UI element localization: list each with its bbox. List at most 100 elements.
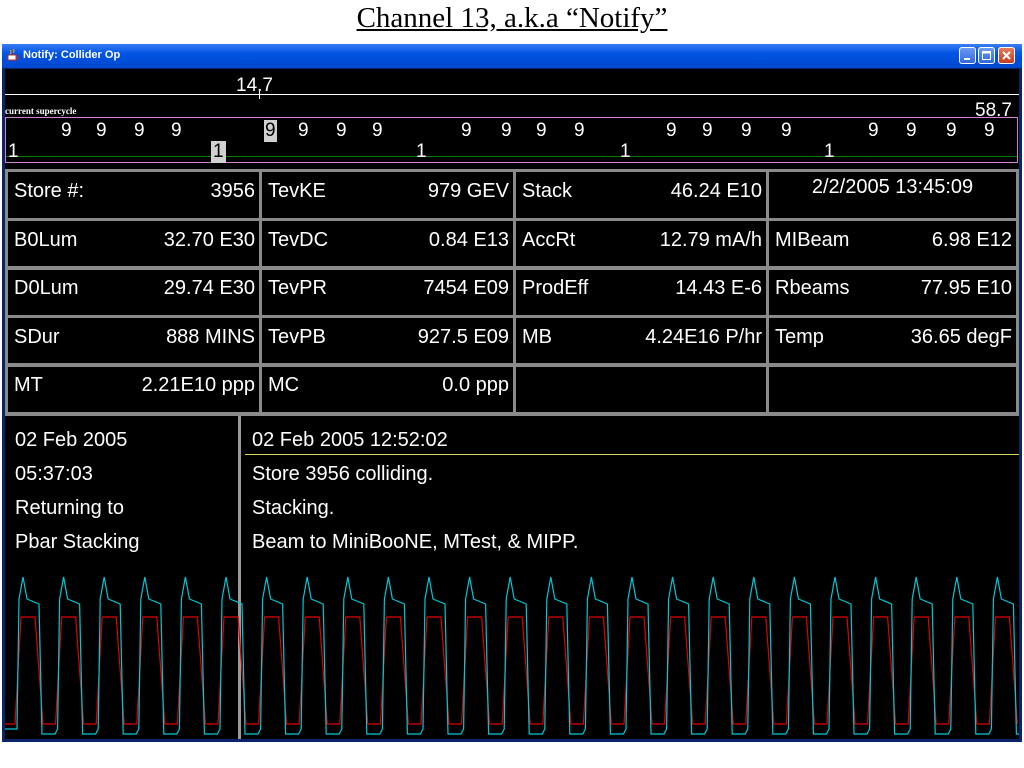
supercycle-band: 99999999999999999999 11111 [5,117,1018,163]
close-button[interactable] [998,47,1015,64]
data-cell: SDur 888 MINS [5,315,262,367]
data-cell: ProdEff 14.43 E-6 [513,266,769,318]
event-9: 9 [574,120,585,141]
message-divider [245,454,1019,455]
minimize-icon [964,58,970,60]
data-cell: TevDC 0.84 E13 [259,218,516,270]
window-titlebar[interactable]: Notify: Collider Op [2,44,1022,68]
cell-value: 36.65 degF [910,326,1012,348]
cell-label: Stack [522,180,573,202]
maximize-button[interactable] [978,47,995,64]
cell-value: 32.70 E30 [163,229,255,251]
cell-label: MT [14,374,43,396]
grid-bottom-border [5,412,1019,416]
cell-value: 46.24 E10 [670,180,762,202]
data-cell [513,363,769,415]
cell-value: 0.84 E13 [428,229,509,251]
cell-label: ProdEff [522,277,589,299]
window-title: Notify: Collider Op [23,49,121,61]
message-header: 02 Feb 2005 12:52:02 [252,429,448,451]
event-9: 9 [946,120,957,141]
event-9: 9 [536,120,547,141]
event-9: 9 [298,120,309,141]
cell-value: 4.24E16 P/hr [645,326,762,348]
datetime-cell: 2/2/2005 13:45:09 [766,169,1019,221]
cell-label: TevKE [268,180,326,202]
data-cell [766,363,1019,415]
cell-value: 927.5 E09 [417,326,509,348]
event-9: 9 [134,120,145,141]
coffee-cup-icon [7,49,19,61]
slide-title: Channel 13, a.k.a “Notify” [356,2,668,34]
event-9: 9 [906,120,917,141]
cell-label: MC [268,374,300,396]
cell-label: TevDC [268,229,329,251]
event-9: 9 [868,120,879,141]
event-9: 9 [984,120,995,141]
cell-label: D0Lum [14,277,79,299]
cell-value: 29.74 E30 [163,277,255,299]
cell-value: 12.79 mA/h [659,229,762,251]
event-9: 9 [501,120,512,141]
cell-value: 888 MINS [166,326,255,348]
data-cell: MT 2.21E10 ppp [5,363,262,415]
event-9: 9 [741,120,752,141]
event-1: 1 [8,141,19,162]
data-cell: MB 4.24E16 P/hr [513,315,769,367]
maximize-icon [982,51,991,60]
data-cell: MC 0.0 ppp [259,363,516,415]
cyan-trace [5,576,1019,735]
data-cell: Temp 36.65 degF [766,315,1019,367]
data-cell: Stack 46.24 E10 [513,169,769,221]
close-icon [1002,51,1011,60]
cell-value: 14.43 E-6 [675,277,762,299]
event-9: 9 [781,120,792,141]
data-cell: Store #: 3956 [5,169,262,221]
message-left-line: 05:37:03 [15,463,93,485]
event-1: 1 [824,141,835,162]
event-1: 1 [211,141,226,163]
notify-window: Notify: Collider Op 14.7 current supercy… [2,44,1022,742]
event-9: 9 [171,120,182,141]
cell-value: 3956 [210,180,256,202]
supercycle-baseline [6,156,1017,157]
event-9: 9 [702,120,713,141]
message-right-line: Beam to MiniBooNE, MTest, & MIPP. [252,531,579,553]
cell-value: 2.21E10 ppp [141,374,255,396]
event-1: 1 [620,141,631,162]
supercycle-divider [5,94,1019,95]
cell-label: Temp [775,326,824,348]
cell-label: Rbeams [775,277,850,299]
event-9: 9 [96,120,107,141]
cell-label: SDur [14,326,60,348]
event-9: 9 [336,120,347,141]
cell-value: 77.95 E10 [920,277,1012,299]
cell-value: 7454 E09 [423,277,509,299]
event-9: 9 [461,120,472,141]
data-cell: MIBeam 6.98 E12 [766,218,1019,270]
cell-label: MB [522,326,552,348]
message-right-line: Store 3956 colliding. [252,463,434,485]
data-cell: B0Lum 32.70 E30 [5,218,262,270]
message-right-line: Stacking. [252,497,335,519]
supercycle-label: current supercycle [5,106,77,116]
cell-label: TevPB [268,326,326,348]
red-trace [5,616,1018,725]
cell-value: 0.0 ppp [442,374,509,396]
data-cell: TevKE 979 GEV [259,169,516,221]
message-left-line: Pbar Stacking [15,531,140,553]
data-cell: TevPB 927.5 E09 [259,315,516,367]
message-left-line: 02 Feb 2005 [15,429,128,451]
minimize-button[interactable] [959,47,976,64]
cell-label: TevPR [268,277,327,299]
beam-traces [5,576,1019,735]
data-cell: D0Lum 29.74 E30 [5,266,262,318]
cell-label: B0Lum [14,229,78,251]
datetime-value: 2/2/2005 13:45:09 [811,176,974,198]
data-cell: Rbeams 77.95 E10 [766,266,1019,318]
event-9: 9 [61,120,72,141]
notify-display: 14.7 current supercycle 58.7 99999999999… [5,69,1019,739]
data-cell: TevPR 7454 E09 [259,266,516,318]
message-left-line: Returning to [15,497,124,519]
cell-value: 979 GEV [427,180,509,202]
